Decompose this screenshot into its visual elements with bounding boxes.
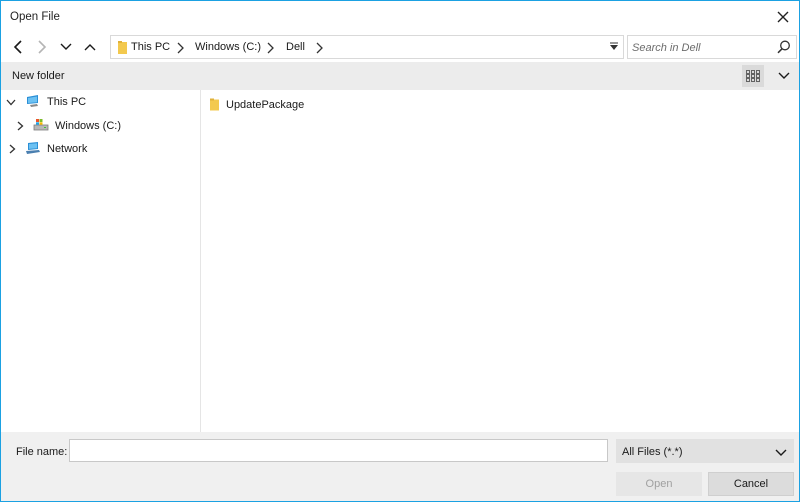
search-icon[interactable] [777,40,791,54]
forward-button[interactable] [31,36,53,58]
open-button[interactable]: Open [616,472,702,496]
tree-item-network[interactable]: Network [6,139,87,159]
expand-chevron-right-icon[interactable] [6,143,18,155]
folder-icon [210,98,220,112]
file-type-filter-select[interactable]: All Files (*.*) [616,439,794,463]
chevron-down-icon [778,72,790,79]
window-title: Open File [10,11,60,23]
breadcrumb-separator-icon[interactable] [314,42,324,54]
search-placeholder: Search in Dell [632,42,701,54]
breadcrumb-separator-icon[interactable] [265,42,275,54]
up-button[interactable] [79,36,101,58]
new-folder-button[interactable]: New folder [12,70,65,82]
title-bar: Open File [1,1,799,33]
close-button[interactable] [771,5,795,29]
navigation-pane: This PC Windows (C:) Network [1,90,201,432]
breadcrumb-separator-icon[interactable] [175,42,185,54]
navigation-bar: This PC Windows (C:) Dell Search in Dell [1,33,799,61]
command-bar: New folder [1,62,799,90]
breadcrumb-this-pc[interactable]: This PC [131,41,170,53]
details-view-icon [746,70,760,82]
view-options-dropdown[interactable] [774,66,794,86]
change-view-button[interactable] [742,65,764,87]
chevron-right-icon [38,40,47,54]
recent-locations-button[interactable] [55,36,77,58]
back-button[interactable] [7,36,29,58]
computer-icon [25,94,41,110]
chevron-left-icon [13,40,22,54]
expand-chevron-down-icon[interactable] [5,96,17,108]
breadcrumb-dell[interactable]: Dell [286,41,305,53]
network-icon [25,141,41,157]
tree-item-label: Windows (C:) [55,120,122,132]
folder-icon [118,41,127,54]
expand-chevron-right-icon[interactable] [14,120,26,132]
breadcrumb-windows-c[interactable]: Windows (C:) [195,41,261,53]
arrow-up-icon [84,44,96,51]
file-name-label: File name: [16,446,68,458]
file-item-updatepackage[interactable]: UpdatePackage [210,95,304,115]
tree-item-windows-c[interactable]: Windows (C:) [14,116,121,136]
address-bar[interactable]: This PC Windows (C:) Dell [110,35,624,59]
close-icon [777,11,789,23]
file-name-input[interactable] [69,439,608,462]
dialog-footer: File name: All Files (*.*) Open Cancel [1,432,799,501]
tree-item-label: Network [47,143,88,155]
tree-item-this-pc[interactable]: This PC [5,92,86,112]
cancel-button[interactable]: Cancel [708,472,794,496]
tree-item-label: This PC [47,96,87,108]
file-list-pane: UpdatePackage [202,90,799,432]
file-item-name: UpdatePackage [226,99,305,111]
drive-icon [33,118,49,134]
open-file-dialog: Open File This PC Windows (C:) Dell Sear… [0,0,800,502]
file-type-filter-value: All Files (*.*) [622,446,683,458]
chevron-down-icon [775,449,787,456]
chevron-down-icon [60,43,72,50]
search-input[interactable]: Search in Dell [627,35,797,59]
address-history-dropdown-icon[interactable] [609,42,619,52]
